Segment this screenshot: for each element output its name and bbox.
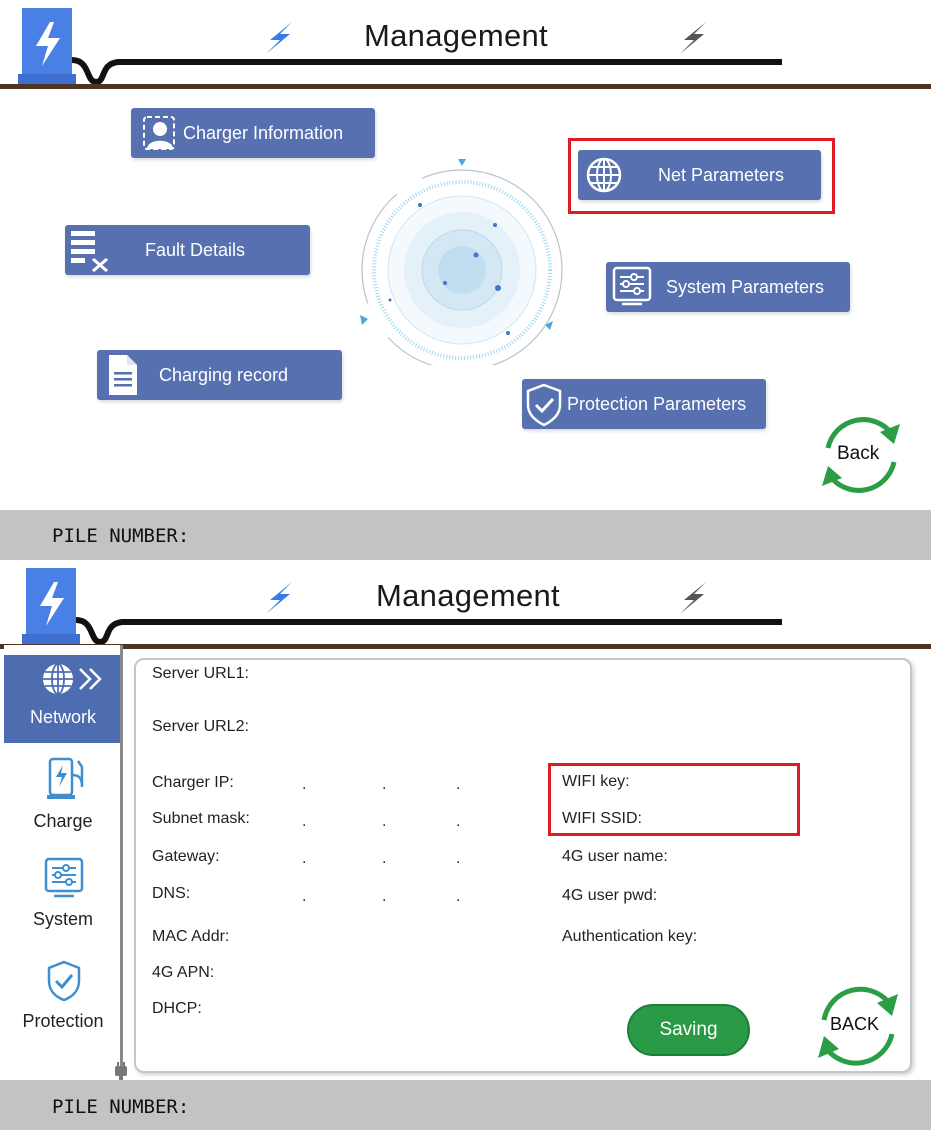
apn-4g-label: 4G APN: [152, 964, 215, 981]
system-parameters-icon [610, 265, 654, 309]
back-button[interactable]: BACK [810, 978, 906, 1074]
server-url1-label: Server URL1: [152, 665, 249, 682]
header: Management [0, 560, 931, 652]
radar-decoration [360, 159, 563, 365]
ip-separator: . [302, 850, 307, 867]
globe-arrows-icon [43, 663, 102, 695]
sidebar-item-system[interactable]: System [4, 855, 122, 947]
ip-separator: . [456, 850, 461, 867]
charger-information-label: Charger Information [183, 122, 344, 143]
header-divider [0, 84, 931, 89]
fault-details-label: Fault Details [145, 239, 246, 260]
charging-station-icon [47, 757, 84, 799]
system-parameters-label: System Parameters [666, 276, 825, 297]
server-url2-label: Server URL2: [152, 718, 249, 735]
system-settings-icon [44, 857, 84, 898]
ip-separator: . [456, 888, 461, 905]
plug-icon [115, 1062, 127, 1081]
protection-parameters-button[interactable]: Protection Parameters [522, 379, 766, 429]
management-menu-screen: Management Charger Information Fault Det… [0, 0, 931, 560]
protection-parameters-label: Protection Parameters [567, 393, 747, 414]
back-button[interactable]: Back [814, 408, 908, 502]
sidebar-item-protection[interactable]: Protection [4, 955, 122, 1055]
system-parameters-button[interactable]: System Parameters [606, 262, 850, 312]
user-name-4g-label: 4G user name: [562, 848, 668, 865]
network-settings-panel: Server URL1: Server URL2: Charger IP: . … [134, 658, 912, 1073]
sidebar: Network Charge System Protection [4, 645, 122, 1080]
shield-check-icon [522, 382, 566, 427]
charging-record-button[interactable]: Charging record [97, 350, 342, 400]
charger-information-button[interactable]: Charger Information [131, 108, 375, 158]
page-title: Management [376, 578, 560, 613]
pile-number-label: PILE NUMBER: [52, 1096, 190, 1118]
fault-details-button[interactable]: Fault Details [65, 225, 310, 275]
pile-number-label: PILE NUMBER: [52, 525, 190, 547]
sidebar-rail [120, 645, 123, 1075]
sidebar-item-charge[interactable]: Charge [4, 755, 122, 847]
page-title: Management [364, 18, 548, 53]
lightning-blue-icon [266, 582, 292, 614]
authentication-key-label: Authentication key: [562, 928, 698, 945]
sidebar-item-label: Protection [22, 1011, 104, 1031]
sidebar-item-network[interactable]: Network [4, 655, 122, 743]
charging-record-label: Charging record [159, 364, 289, 385]
sidebar-item-label: Charge [33, 811, 93, 831]
mac-addr-label: MAC Addr: [152, 928, 230, 945]
ip-separator: . [456, 776, 461, 793]
lightning-gray-icon [680, 582, 706, 614]
fault-details-icon [67, 228, 111, 273]
saving-button[interactable]: Saving [627, 1004, 750, 1056]
back-label: BACK [830, 1014, 880, 1034]
charger-information-icon [137, 111, 181, 155]
ip-separator: . [302, 888, 307, 905]
gateway-label: Gateway: [152, 848, 220, 865]
dns-label: DNS: [152, 885, 191, 902]
shield-check-icon [47, 960, 81, 1002]
charger-ip-label: Charger IP: [152, 774, 234, 791]
back-label: Back [837, 443, 880, 464]
sidebar-item-label: System [32, 909, 93, 929]
lightning-blue-icon [266, 22, 292, 54]
subnet-mask-label: Subnet mask: [152, 810, 250, 827]
ip-separator: . [456, 813, 461, 830]
user-pwd-4g-label: 4G user pwd: [562, 887, 658, 904]
ip-separator: . [382, 813, 387, 830]
network-settings-screen: Management Network Charge System Protect… [0, 560, 931, 1130]
charging-record-icon [99, 353, 143, 397]
lightning-gray-icon [680, 22, 706, 54]
dhcp-label: DHCP: [152, 1000, 202, 1017]
header-divider [0, 644, 931, 649]
ip-separator: . [382, 850, 387, 867]
ip-separator: . [382, 888, 387, 905]
net-parameters-highlight [568, 138, 835, 214]
pile-number-bar: PILE NUMBER: [0, 510, 931, 560]
sidebar-item-label: Network [29, 707, 96, 727]
ip-separator: . [302, 776, 307, 793]
wifi-fields-highlight [548, 763, 800, 836]
header: Management [0, 0, 931, 92]
ip-separator: . [302, 813, 307, 830]
pile-number-bar: PILE NUMBER: [0, 1080, 931, 1130]
ip-separator: . [382, 776, 387, 793]
